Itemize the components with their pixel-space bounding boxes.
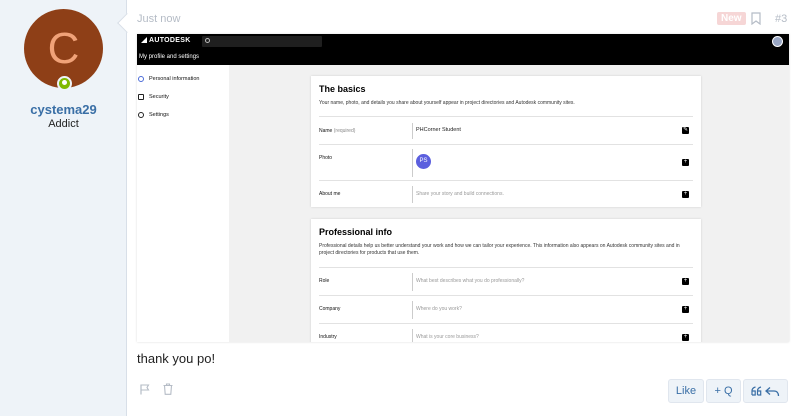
add-icon: + bbox=[682, 191, 689, 198]
post-number[interactable]: #3 bbox=[775, 13, 787, 25]
like-button[interactable]: Like bbox=[668, 379, 704, 403]
row-divider bbox=[412, 123, 413, 139]
professional-title: Professional info bbox=[319, 227, 393, 237]
new-badge: New bbox=[717, 12, 746, 25]
industry-row: Industry What is your core business? + bbox=[319, 323, 693, 342]
about-placeholder: Share your story and build connections. bbox=[416, 191, 504, 197]
autodesk-subheader: My profile and settings bbox=[137, 49, 789, 65]
professional-card: Professional info Professional details h… bbox=[311, 219, 701, 342]
basics-description: Your name, photo, and details you share … bbox=[319, 100, 575, 106]
subheader-title: My profile and settings bbox=[139, 54, 200, 60]
profile-avatar-icon bbox=[772, 36, 783, 47]
multi-quote-button[interactable]: + Q bbox=[706, 379, 741, 403]
user-panel: C cystema29 Addict bbox=[0, 0, 127, 416]
add-icon: + bbox=[682, 334, 689, 341]
industry-placeholder: What is your core business? bbox=[416, 334, 479, 340]
row-divider bbox=[412, 149, 413, 177]
delete-trash-icon[interactable] bbox=[163, 383, 173, 395]
quote-reply-icon bbox=[751, 386, 780, 397]
role-placeholder: What best describes what you do professi… bbox=[416, 278, 525, 284]
quote-reply-button[interactable] bbox=[743, 379, 788, 403]
bookmark-icon[interactable] bbox=[751, 12, 761, 25]
search-icon bbox=[205, 38, 210, 43]
role-row: Role What best describes what you do pro… bbox=[319, 267, 693, 295]
photo-avatar: PS bbox=[416, 154, 431, 169]
photo-row: Photo PS + bbox=[319, 144, 693, 180]
online-status-icon bbox=[57, 76, 72, 91]
post-body: thank you po! bbox=[137, 351, 216, 366]
basics-title: The basics bbox=[319, 84, 366, 94]
company-row: Company Where do you work? + bbox=[319, 295, 693, 323]
post-timestamp[interactable]: Just now bbox=[137, 13, 180, 25]
user-title: Addict bbox=[48, 118, 79, 130]
add-icon: + bbox=[682, 159, 689, 166]
company-label: Company bbox=[319, 306, 341, 312]
name-label: Name (required) bbox=[319, 128, 356, 134]
row-divider bbox=[412, 186, 413, 203]
autodesk-logo: AUTODESK bbox=[141, 37, 191, 44]
row-divider bbox=[412, 329, 413, 342]
row-divider bbox=[412, 301, 413, 319]
report-flag-icon[interactable] bbox=[140, 384, 150, 395]
photo-label: Photo bbox=[319, 155, 333, 161]
edit-icon: ✎ bbox=[682, 127, 689, 134]
add-icon: + bbox=[682, 278, 689, 285]
row-divider bbox=[412, 273, 413, 291]
user-icon bbox=[138, 76, 144, 82]
role-label: Role bbox=[319, 278, 330, 284]
settings-sidebar: Personal information Security Settings bbox=[137, 65, 229, 342]
professional-description: Professional details help us better unde… bbox=[319, 243, 680, 256]
name-row: Name (required) PHCorner Student ✎ bbox=[319, 116, 693, 144]
autodesk-topbar: AUTODESK bbox=[137, 34, 789, 49]
search-input bbox=[202, 36, 322, 47]
about-label: About me bbox=[319, 191, 341, 197]
add-icon: + bbox=[682, 306, 689, 313]
gear-icon bbox=[138, 112, 144, 118]
about-row: About me Share your story and build conn… bbox=[319, 180, 693, 207]
username[interactable]: cystema29 bbox=[0, 102, 127, 117]
basics-card: The basics Your name, photo, and details… bbox=[311, 76, 701, 207]
attached-screenshot[interactable]: AUTODESK My profile and settings Persona… bbox=[137, 34, 789, 342]
name-value: PHCorner Student bbox=[416, 127, 461, 133]
company-placeholder: Where do you work? bbox=[416, 306, 462, 312]
industry-label: Industry bbox=[319, 334, 337, 340]
lock-icon bbox=[138, 94, 144, 100]
